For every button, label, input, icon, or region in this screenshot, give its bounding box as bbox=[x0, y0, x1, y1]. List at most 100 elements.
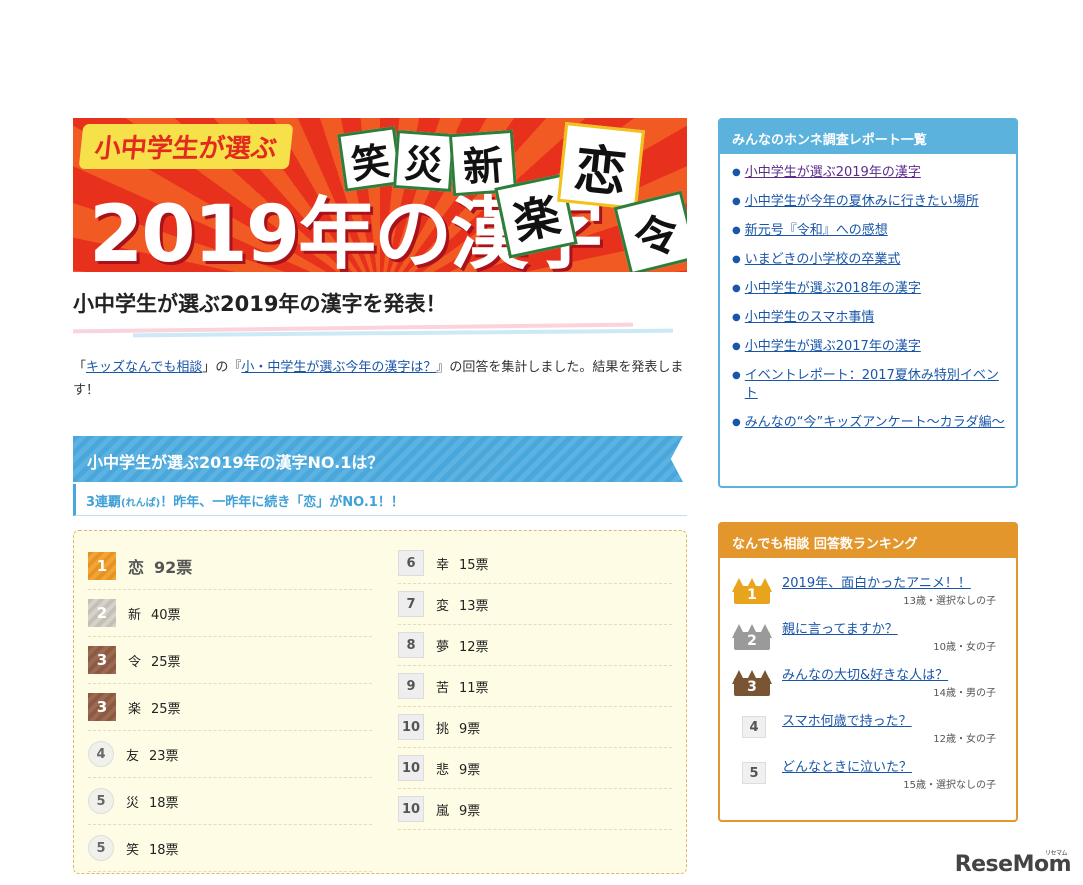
ranking-kanji: 新 bbox=[128, 607, 142, 623]
sidebar-answer-ranking: なんでも相談 回答数ランキング 1 2019年、面白かったアニメ！！ 13歳・選択な… bbox=[718, 522, 1018, 822]
report-link[interactable]: イベントレポート：2017夏休み特別イベント bbox=[745, 367, 1006, 403]
banner-tile: 恋 bbox=[557, 122, 645, 210]
answer-ranking-link[interactable]: みんなの大切&好きな人は？ bbox=[782, 664, 948, 683]
crown-icon: 2 bbox=[732, 618, 772, 650]
ranking-kanji: 令 bbox=[128, 654, 142, 670]
ranking-kanji: 災 bbox=[126, 795, 140, 811]
rank-badge: 7 bbox=[398, 591, 424, 617]
reports-list: ● 小中学生が選ぶ2019年の漢字 ● 小中学生が今年の夏休みに行きたい場所 ● 新元号『… bbox=[720, 154, 1016, 453]
bullet-icon: ● bbox=[732, 341, 741, 352]
ranking-row: 10 挑 9票 bbox=[398, 707, 672, 748]
report-list-item: ● 小中学生が今年の夏休みに行きたい場所 bbox=[732, 193, 1006, 211]
ranking-kanji: 変 bbox=[436, 598, 450, 614]
answer-ranking-link[interactable]: スマホ何歳で持った？ bbox=[782, 710, 912, 729]
ranking-kanji: 悲 bbox=[436, 762, 450, 778]
ranking-votes: 13票 bbox=[459, 598, 489, 614]
ranking-row: 10 嵐 9票 bbox=[398, 789, 672, 830]
rank-badge: 2 bbox=[88, 599, 116, 627]
bullet-icon: ● bbox=[732, 254, 741, 265]
bullet-icon: ● bbox=[732, 370, 741, 381]
hero-banner: 小中学生が選ぶ 2019年の漢字 笑 災 新 楽 恋 令 bbox=[73, 118, 687, 272]
intro-paragraph: 「キッズなんでも相談」の『小・中学生が選ぶ今年の漢字は？』の回答を集計しました。… bbox=[73, 356, 687, 402]
report-list-item: ● 小中学生が選ぶ2017年の漢字 bbox=[732, 338, 1006, 356]
sidebar-reports: みんなのホンネ調査レポート一覧 ● 小中学生が選ぶ2019年の漢字 ● 小中学生が今年… bbox=[718, 118, 1018, 488]
page-title-text: 小中学生が選ぶ2019年の漢字を発表！ bbox=[73, 292, 447, 316]
ranking-kanji: 挑 bbox=[436, 721, 450, 737]
resemom-logo: ReseMom リセマム bbox=[955, 850, 1072, 877]
report-link[interactable]: 小中学生が選ぶ2019年の漢字 bbox=[745, 164, 921, 182]
rank-badge: 3 bbox=[88, 693, 116, 721]
answer-ranking-item: 4 スマホ何歳で持った？ 12歳・女の子 bbox=[732, 706, 1006, 752]
ranking-row: 3 楽 25票 bbox=[88, 684, 372, 731]
report-list-item: ● みんなの“今”キッズアンケート〜カラダ編〜 bbox=[732, 414, 1006, 432]
report-link[interactable]: みんなの“今”キッズアンケート〜カラダ編〜 bbox=[745, 414, 1005, 432]
rank-badge: 10 bbox=[398, 714, 424, 740]
ranking-votes: 18票 bbox=[149, 795, 179, 811]
answer-ranking-meta: 13歳・選択なしの子 bbox=[903, 596, 996, 607]
intro-text: 」の『 bbox=[202, 360, 242, 375]
sub-prefix: 3連覇 bbox=[86, 495, 122, 510]
banner-tile: 災 bbox=[393, 130, 455, 192]
kanji-question-link[interactable]: 小・中学生が選ぶ今年の漢字は？ bbox=[241, 360, 436, 375]
main-column: 小中学生が選ぶ 2019年の漢字 笑 災 新 楽 恋 令 小中学生が選ぶ2019… bbox=[72, 118, 687, 874]
ranking-votes: 25票 bbox=[151, 701, 181, 717]
ranking-kanji: 夢 bbox=[436, 639, 450, 655]
ranking-kanji: 幸 bbox=[436, 557, 450, 573]
report-link[interactable]: 小中学生のスマホ事情 bbox=[745, 309, 875, 327]
ranking-row: 4 友 23票 bbox=[88, 731, 372, 778]
bullet-icon: ● bbox=[732, 196, 741, 207]
kanji-ranking-box: 1 恋 92票 2 新 40票 3 令 25票 3 楽 25票 4 友 23票 5 災 18票 5 笑 18票 6 幸 15… bbox=[73, 530, 687, 874]
answer-ranking-item: 5 どんなときに泣いた？ 15歳・選択なしの子 bbox=[732, 752, 1006, 798]
ranking-votes: 92票 bbox=[154, 558, 193, 577]
rank-badge: 10 bbox=[398, 755, 424, 781]
reports-panel-heading: みんなのホンネ調査レポート一覧 bbox=[720, 120, 1016, 154]
report-list-item: ● イベントレポート：2017夏休み特別イベント bbox=[732, 367, 1006, 403]
report-link[interactable]: 新元号『令和』への感想 bbox=[745, 222, 888, 240]
ranking-kanji: 恋 bbox=[128, 558, 145, 577]
ranking-column-left: 1 恋 92票 2 新 40票 3 令 25票 3 楽 25票 4 友 23票 5 災 18票 5 笑 18票 bbox=[88, 543, 372, 872]
ranking-votes: 9票 bbox=[459, 762, 481, 778]
report-link[interactable]: 小中学生が選ぶ2018年の漢字 bbox=[745, 280, 921, 298]
section-subheading: 3連覇(れんぱ)！昨年、一昨年に続き「恋」がNO.1！！ bbox=[73, 484, 687, 516]
banner-tag: 小中学生が選ぶ bbox=[78, 124, 294, 169]
answer-ranking-meta: 10歳・女の子 bbox=[933, 642, 996, 653]
answer-ranking-list: 1 2019年、面白かったアニメ！！ 13歳・選択なしの子 2 親に言ってますか？ 10歳… bbox=[720, 558, 1016, 808]
ranking-row: 6 幸 15票 bbox=[398, 543, 672, 584]
ranking-row: 1 恋 92票 bbox=[88, 543, 372, 590]
ranking-column-right: 6 幸 15票 7 変 13票 8 夢 12票 9 苦 11票 10 挑 9票 10 悲 9票 10 嵐 9票 bbox=[398, 543, 672, 830]
reports-panel: みんなのホンネ調査レポート一覧 ● 小中学生が選ぶ2019年の漢字 ● 小中学生が今年… bbox=[718, 118, 1018, 488]
answer-ranking-item: 2 親に言ってますか？ 10歳・女の子 bbox=[732, 614, 1006, 660]
ranking-votes: 12票 bbox=[459, 639, 489, 655]
section-heading-text: 小中学生が選ぶ2019年の漢字NO.1は？ bbox=[87, 453, 384, 472]
ranking-row: 10 悲 9票 bbox=[398, 748, 672, 789]
bullet-icon: ● bbox=[732, 312, 741, 323]
rank-badge: 9 bbox=[398, 673, 424, 699]
ranking-votes: 23票 bbox=[149, 748, 179, 764]
report-link[interactable]: 小中学生が選ぶ2017年の漢字 bbox=[745, 338, 921, 356]
crown-icon: 1 bbox=[732, 572, 772, 604]
report-link[interactable]: 小中学生が今年の夏休みに行きたい場所 bbox=[745, 193, 979, 211]
page-title: 小中学生が選ぶ2019年の漢字を発表！ bbox=[72, 288, 687, 338]
rank-badge: 10 bbox=[398, 796, 424, 822]
intro-text: 「 bbox=[73, 360, 87, 375]
answer-ranking-link[interactable]: どんなときに泣いた？ bbox=[782, 756, 912, 775]
kids-consult-link[interactable]: キッズなんでも相談 bbox=[86, 360, 202, 375]
report-link[interactable]: いまどきの小学校の卒業式 bbox=[745, 251, 901, 269]
ranking-votes: 40票 bbox=[151, 607, 181, 623]
answer-ranking-link[interactable]: 2019年、面白かったアニメ！！ bbox=[782, 572, 971, 591]
answer-ranking-meta: 15歳・選択なしの子 bbox=[903, 780, 996, 791]
ranking-votes: 25票 bbox=[151, 654, 181, 670]
crown-rank-number: 3 bbox=[747, 679, 757, 695]
ranking-row: 3 令 25票 bbox=[88, 637, 372, 684]
bullet-icon: ● bbox=[732, 283, 741, 294]
rank-badge: 5 bbox=[88, 788, 114, 814]
answer-ranking-link[interactable]: 親に言ってますか？ bbox=[782, 618, 898, 637]
rank-badge: 3 bbox=[88, 646, 116, 674]
crown-icon: 3 bbox=[732, 664, 772, 696]
report-list-item: ● いまどきの小学校の卒業式 bbox=[732, 251, 1006, 269]
ranking-kanji: 友 bbox=[126, 748, 140, 764]
answer-ranking-meta: 12歳・女の子 bbox=[933, 734, 996, 745]
rank-number-box: 4 bbox=[742, 716, 766, 738]
crown-rank-number: 2 bbox=[747, 633, 757, 649]
ranking-kanji: 楽 bbox=[128, 701, 142, 717]
